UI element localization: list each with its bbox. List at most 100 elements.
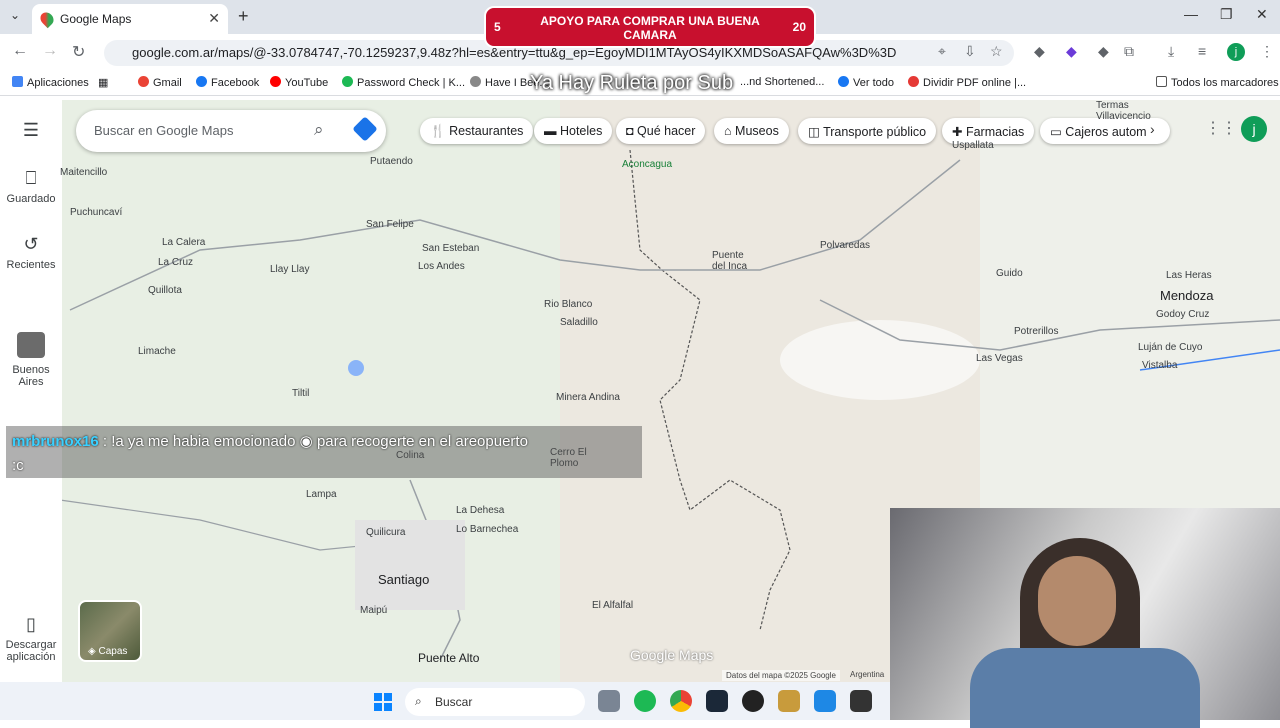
photos-icon[interactable] [814, 690, 836, 712]
search-icon[interactable]: ⌕ [314, 120, 324, 140]
forward-icon[interactable]: → [42, 42, 58, 60]
tab-google-maps[interactable]: Google Maps ✕ [32, 4, 228, 34]
extension-icon[interactable]: ◆ [1066, 43, 1077, 60]
place-label[interactable]: Rio Blanco [544, 299, 592, 310]
place-label[interactable]: San Esteban [422, 243, 479, 254]
spotify-icon[interactable] [634, 690, 656, 712]
bookmark-password-check[interactable]: Password Check | K... [342, 76, 465, 89]
place-label[interactable]: Minera Andina [556, 392, 620, 403]
bookmark-shortened[interactable]: ...nd Shortened... [740, 76, 824, 88]
place-label[interactable]: Saladillo [560, 317, 598, 328]
place-label[interactable]: El Alfalfal [592, 600, 633, 611]
download-app-button[interactable]: ▯ Descargar aplicación [0, 614, 62, 663]
chip-transit[interactable]: ◫ Transporte público [798, 118, 937, 144]
obs-icon[interactable] [742, 690, 764, 712]
extension-icon[interactable]: ◆ [1034, 43, 1045, 60]
recent-buenos-aires[interactable]: Buenos Aires [0, 332, 62, 388]
pharmacy-icon: ✚ [952, 125, 963, 139]
place-label[interactable]: Puente Alto [418, 651, 479, 665]
install-icon[interactable]: ⇩ [964, 43, 976, 60]
donation-goal-banner: 5 APOYO PARA COMPRAR UNA BUENA CAMARA 20 [484, 6, 816, 48]
place-label[interactable]: Guido [996, 268, 1023, 279]
menu-icon[interactable]: ⋮ [1260, 43, 1274, 60]
download-icon[interactable]: ⤓ [1168, 43, 1174, 60]
place-label[interactable]: Tiltil [292, 388, 309, 399]
maximize-icon[interactable]: ❐ [1220, 6, 1233, 23]
place-label[interactable]: Puente del Inca [712, 250, 752, 272]
game-launcher-icon[interactable] [778, 690, 800, 712]
chip-things-to-do[interactable]: ◘ Qué hacer [616, 118, 706, 144]
place-label[interactable]: Lo Barnechea [456, 524, 518, 535]
puzzle-icon[interactable]: ⧉ [1124, 43, 1134, 60]
epic-games-icon[interactable] [850, 690, 872, 712]
place-label[interactable]: Uspallata [952, 140, 994, 151]
all-bookmarks[interactable]: Todos los marcadores [1156, 76, 1279, 89]
windows-start-icon[interactable] [374, 693, 392, 711]
place-label[interactable]: Potrerillos [1014, 326, 1058, 337]
saved-button[interactable]: ⎕ Guardado [0, 168, 62, 205]
place-label[interactable]: Quilicura [366, 527, 405, 538]
map-attribution[interactable]: Datos del mapa ©2025 Google [722, 670, 840, 681]
taskbar-search[interactable]: ⌕ Buscar [405, 688, 585, 716]
bookmark-gmail[interactable]: Gmail [138, 76, 182, 89]
bookmark-ver-todo[interactable]: Ver todo [838, 76, 894, 89]
place-label[interactable]: Godoy Cruz [1156, 309, 1209, 320]
extension-icon[interactable]: ◆ [1098, 43, 1109, 60]
place-label[interactable]: Vistalba [1142, 360, 1177, 371]
place-label[interactable]: Polvaredas [820, 240, 870, 251]
place-label[interactable]: La Cruz [158, 257, 193, 268]
bookmark-icon: ⎕ [25, 168, 37, 188]
tab-search-icon[interactable]: ⌄ [10, 8, 20, 22]
maps-menu-icon[interactable]: ☰ [0, 120, 62, 141]
chevron-right-icon[interactable]: › [1150, 121, 1155, 137]
place-label[interactable]: Los Andes [418, 261, 465, 272]
place-label[interactable]: Termas Villavicencio [1096, 100, 1156, 122]
grid-icon[interactable]: ▦ [98, 76, 108, 89]
chip-hotels[interactable]: ▬ Hoteles [534, 118, 613, 144]
close-tab-icon[interactable]: ✕ [208, 10, 220, 27]
layers-button[interactable]: ◈ Capas [78, 600, 142, 662]
place-label[interactable]: Puchuncaví [70, 207, 122, 218]
star-icon[interactable]: ☆ [990, 43, 1003, 60]
place-label[interactable]: Las Heras [1166, 270, 1212, 281]
media-icon[interactable]: ≡ [1198, 43, 1206, 59]
chrome-icon[interactable] [670, 690, 692, 712]
donation-goal: 20 [792, 20, 806, 34]
recents-button[interactable]: ↺ Recientes [0, 234, 62, 271]
account-avatar[interactable]: j [1241, 116, 1267, 142]
place-label[interactable]: Lampa [306, 489, 337, 500]
place-label[interactable]: Llay Llay [270, 264, 309, 275]
webcam-person-body [970, 648, 1200, 728]
place-label[interactable]: Putaendo [370, 156, 413, 167]
google-maps-favicon-icon [37, 9, 57, 29]
place-label[interactable]: La Calera [162, 237, 205, 248]
reload-icon[interactable]: ↻ [72, 42, 85, 62]
place-label[interactable]: San Felipe [366, 219, 414, 230]
back-icon[interactable]: ← [12, 42, 28, 60]
place-label[interactable]: Santiago [378, 572, 429, 587]
place-label[interactable]: La Dehesa [456, 505, 504, 516]
bookmark-apps[interactable]: Aplicaciones [12, 76, 89, 89]
bookmark-youtube[interactable]: YouTube [270, 76, 328, 89]
place-label[interactable]: Mendoza [1160, 288, 1213, 303]
place-label[interactable]: Quillota [148, 285, 182, 296]
minimize-icon[interactable]: — [1184, 6, 1198, 22]
place-label[interactable]: Limache [138, 346, 176, 357]
place-label[interactable]: Aconcagua [622, 159, 672, 170]
profile-avatar[interactable]: j [1227, 43, 1245, 61]
bookmark-facebook[interactable]: Facebook [196, 76, 259, 89]
place-label[interactable]: Las Vegas [976, 353, 1023, 364]
chip-museums[interactable]: ⌂ Museos [714, 118, 789, 144]
bookmark-dividir-pdf[interactable]: Dividir PDF online |... [908, 76, 1026, 89]
file-explorer-icon[interactable] [598, 690, 620, 712]
new-tab-icon[interactable]: + [238, 6, 249, 27]
place-label[interactable]: Luján de Cuyo [1138, 342, 1203, 353]
steam-icon[interactable] [706, 690, 728, 712]
search-input[interactable]: Buscar en Google Maps [76, 110, 386, 152]
close-window-icon[interactable]: ✕ [1256, 6, 1268, 23]
chat-text: :c [12, 457, 24, 474]
place-label[interactable]: Maipú [360, 605, 387, 616]
location-icon[interactable]: ⌖ [938, 43, 946, 60]
place-label[interactable]: Maitencillo [60, 167, 107, 178]
chip-restaurants[interactable]: 🍴 Restaurantes [420, 118, 534, 144]
